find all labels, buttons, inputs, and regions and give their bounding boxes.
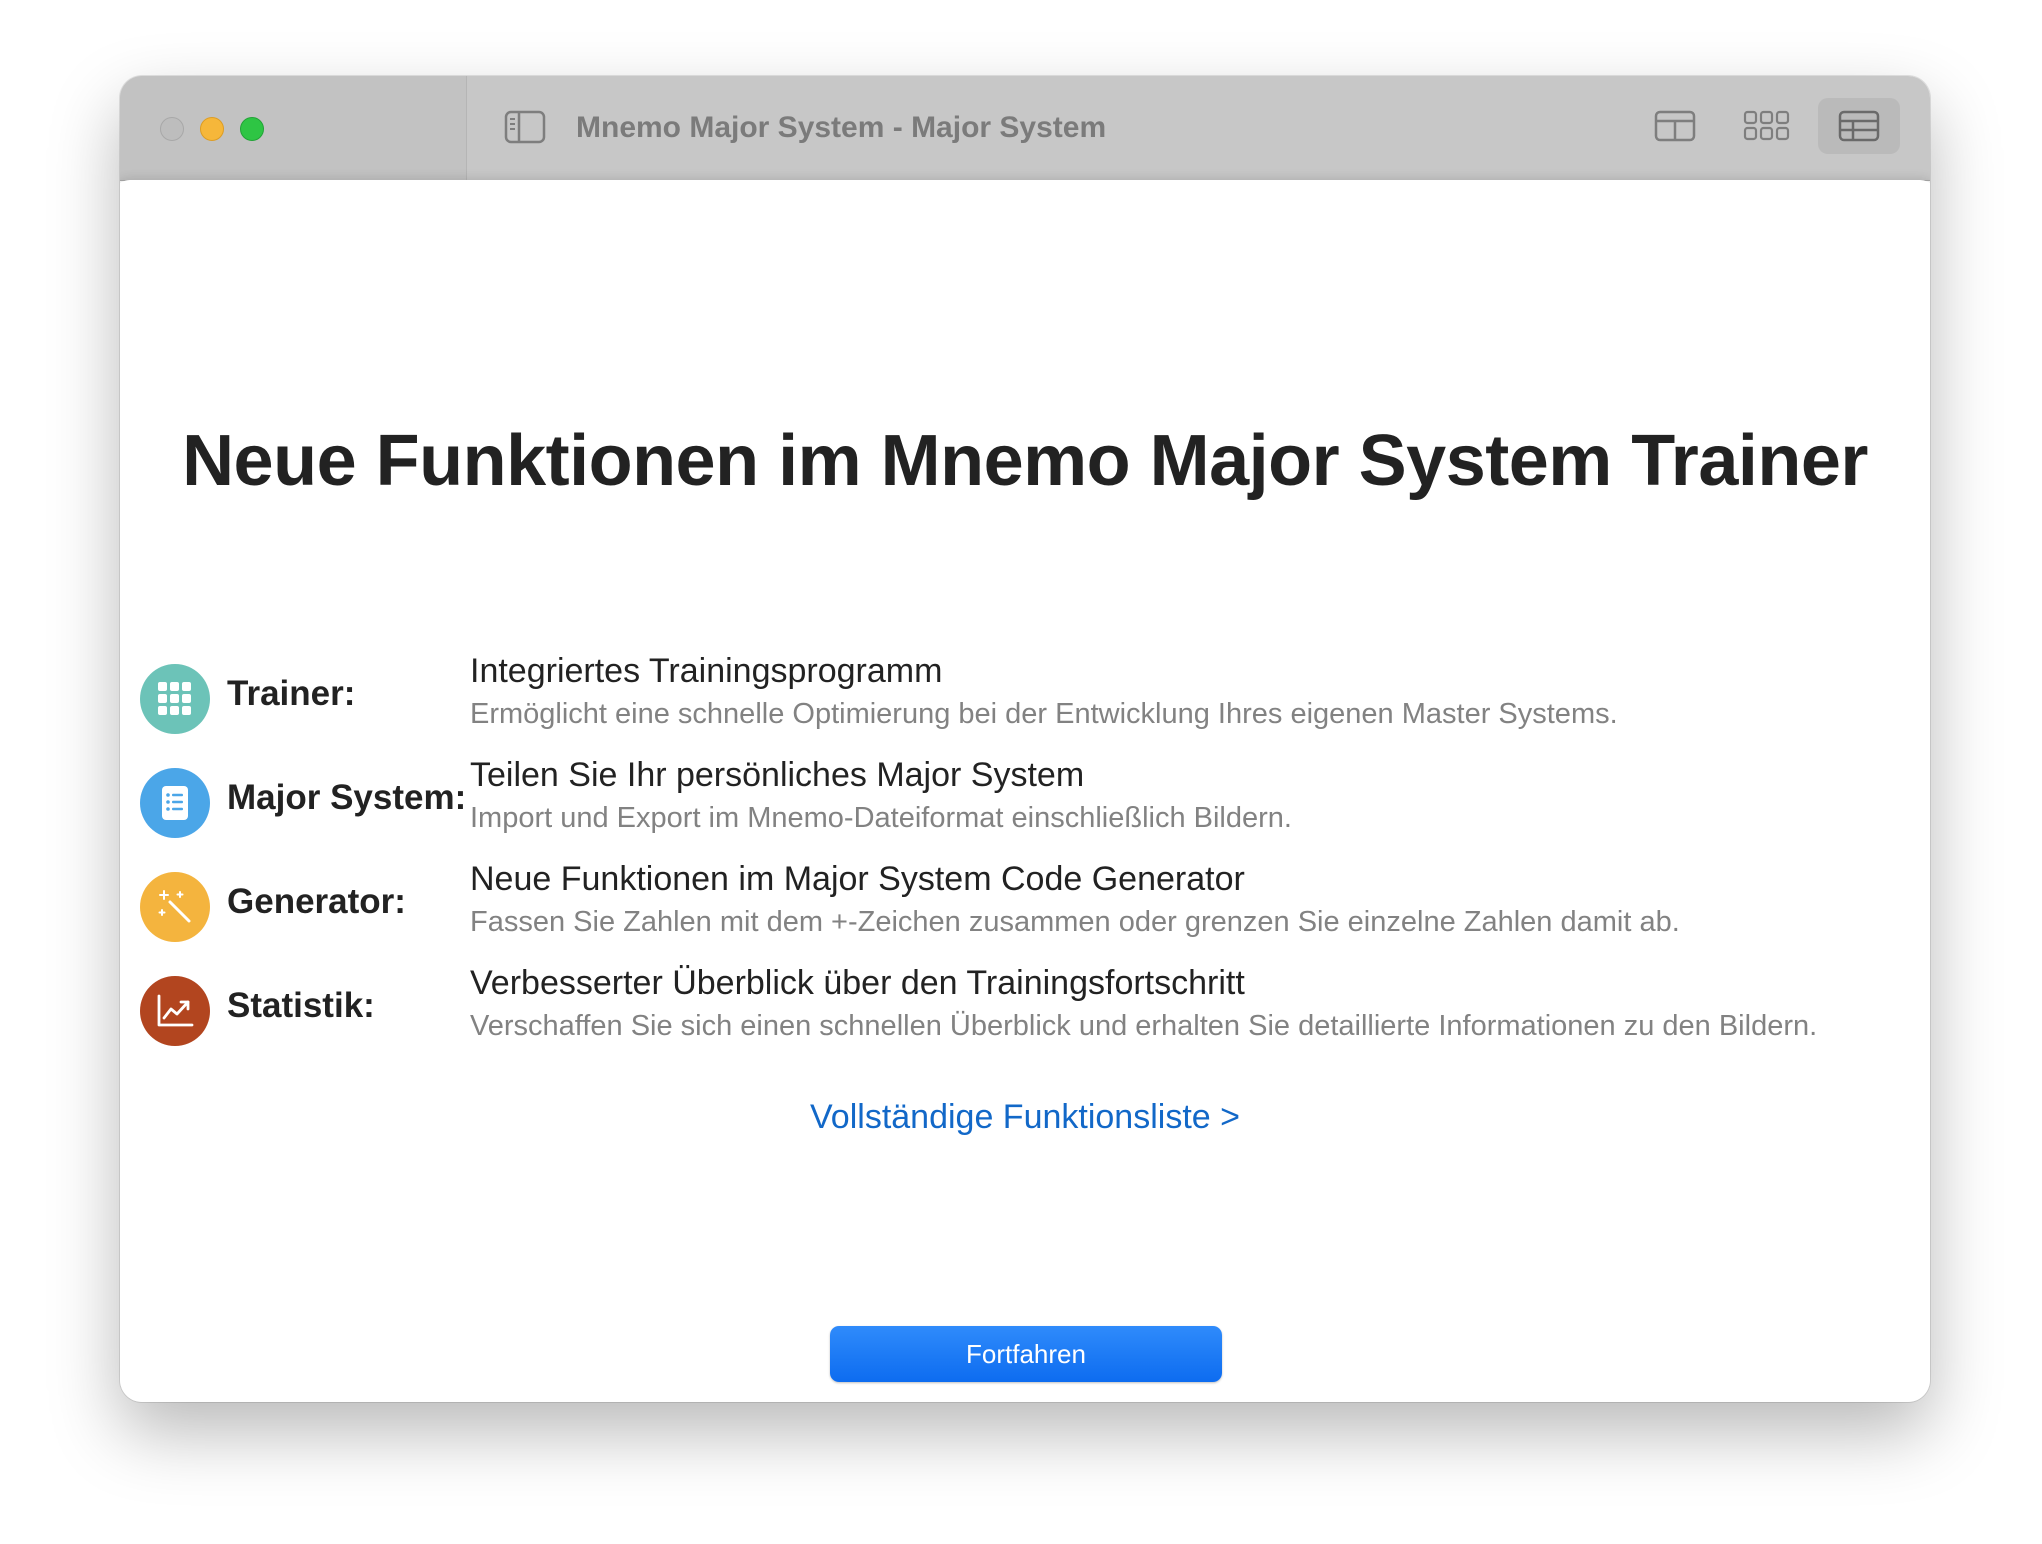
full-feature-list-link[interactable]: Vollständige Funktionsliste > <box>120 1098 1930 1137</box>
window-title: Mnemo Major System - Major System <box>576 111 1107 144</box>
app-window: Mnemo Major System - Major System Neue F… <box>120 76 1930 1402</box>
feature-row-trainer: Trainer: Integriertes Trainingsprogramm … <box>120 652 1930 748</box>
feature-label: Major System: <box>227 778 467 817</box>
minimize-window-button[interactable] <box>200 117 224 141</box>
feature-row-generator: Generator: Neue Funktionen im Major Syst… <box>120 860 1930 956</box>
continue-button[interactable]: Fortfahren <box>830 1326 1222 1382</box>
document-list-icon <box>140 768 210 838</box>
feature-title: Integriertes Trainingsprogramm <box>470 652 943 690</box>
feature-description: Verschaffen Sie sich einen schnellen Übe… <box>470 1010 1818 1042</box>
feature-title: Verbesserter Überblick über den Training… <box>470 964 1245 1002</box>
feature-row-major-system: Major System: Teilen Sie Ihr persönliche… <box>120 756 1930 852</box>
layout-view-button[interactable] <box>1634 98 1716 154</box>
feature-description: Fassen Sie Zahlen mit dem +-Zeichen zusa… <box>470 906 1680 938</box>
layout-icon <box>1654 110 1696 142</box>
feature-label: Trainer: <box>227 674 356 713</box>
feature-title: Neue Funktionen im Major System Code Gen… <box>470 860 1245 898</box>
feature-label: Generator: <box>227 882 406 921</box>
close-window-button[interactable] <box>160 117 184 141</box>
page-title: Neue Funktionen im Mnemo Major System Tr… <box>182 421 1868 501</box>
maximize-window-button[interactable] <box>240 117 264 141</box>
grid-view-button[interactable] <box>1726 98 1808 154</box>
table-view-icon <box>1838 110 1880 142</box>
keypad-icon <box>140 664 210 734</box>
feature-description: Ermöglicht eine schnelle Optimierung bei… <box>470 698 1618 730</box>
feature-title: Teilen Sie Ihr persönliches Major System <box>470 756 1085 794</box>
feature-label: Statistik: <box>227 986 375 1025</box>
magic-wand-icon <box>140 872 210 942</box>
feature-row-statistik: Statistik: Verbesserter Überblick über d… <box>120 964 1930 1060</box>
whats-new-sheet: Neue Funktionen im Mnemo Major System Tr… <box>120 180 1930 1402</box>
table-view-button[interactable] <box>1818 98 1900 154</box>
sidebar-toggle-icon[interactable] <box>504 110 546 144</box>
grid-view-icon <box>1743 110 1790 141</box>
feature-description: Import und Export im Mnemo-Dateiformat e… <box>470 802 1292 834</box>
title-bar: Mnemo Major System - Major System <box>120 76 1930 181</box>
chart-line-icon <box>140 976 210 1046</box>
